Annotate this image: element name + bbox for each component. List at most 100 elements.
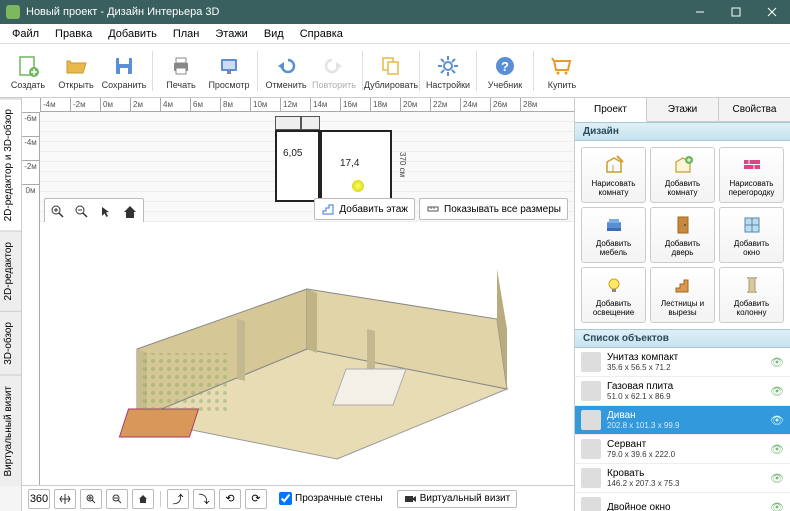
view-3d[interactable]: [40, 222, 574, 485]
object-dim: 51.0 x 62.1 x 86.9: [607, 392, 764, 401]
zoom-out-button[interactable]: [71, 201, 93, 223]
visibility-icon[interactable]: 👁: [770, 472, 784, 485]
preview-button[interactable]: Просмотр: [205, 50, 253, 92]
visibility-icon[interactable]: 👁: [770, 501, 784, 511]
transparent-walls-label: Прозрачные стены: [295, 493, 383, 504]
sidetab-3[interactable]: Виртуальный визит: [0, 375, 21, 487]
sidetab-0[interactable]: 2D-редактор и 3D-обзор: [0, 98, 21, 231]
stairs-icon: [321, 202, 335, 216]
settings-button[interactable]: Настройки: [424, 50, 472, 92]
object-item-2[interactable]: Диван202.8 x 101.3 x 99.9👁: [575, 406, 790, 435]
close-button[interactable]: [754, 0, 790, 24]
pan-button[interactable]: [54, 489, 76, 509]
add-door-label: Добавить дверь: [665, 239, 700, 257]
room-aux-2[interactable]: [301, 116, 320, 130]
rtab-Этажи[interactable]: Этажи: [647, 98, 719, 121]
tilt-up-button[interactable]: ⤴: [167, 489, 189, 509]
menu-План[interactable]: План: [165, 26, 208, 42]
tilt-down-button[interactable]: ⤵: [193, 489, 215, 509]
sidetab-2[interactable]: 3D-обзор: [0, 311, 21, 375]
ruler-vertical: -6м-4м-2м0м: [22, 112, 40, 485]
virtual-visit-button[interactable]: Виртуальный визит: [397, 490, 518, 508]
light-marker[interactable]: [352, 180, 364, 192]
room-2[interactable]: 17,4: [320, 130, 392, 202]
sidetab-1[interactable]: 2D-редактор: [0, 231, 21, 311]
add-room-button[interactable]: Добавить комнату: [650, 147, 715, 203]
visibility-icon[interactable]: 👁: [770, 443, 784, 456]
menu-Справка[interactable]: Справка: [292, 26, 351, 42]
menu-Этажи[interactable]: Этажи: [207, 26, 255, 42]
tutorial-button[interactable]: ?Учебник: [481, 50, 529, 92]
zoom-in-button[interactable]: [47, 201, 69, 223]
zoom-3d-in-button[interactable]: [80, 489, 102, 509]
visibility-icon[interactable]: 👁: [770, 414, 784, 427]
dim-right: 370 см: [398, 152, 407, 177]
object-name: Газовая плита: [607, 381, 764, 392]
save-button[interactable]: Сохранить: [100, 50, 148, 92]
object-thumb: [581, 410, 601, 430]
buy-button[interactable]: Купить: [538, 50, 586, 92]
pointer-button[interactable]: [95, 201, 117, 223]
rtab-Проект[interactable]: Проект: [575, 98, 647, 122]
ruler-tick: 14м: [310, 98, 340, 111]
add-light-button[interactable]: Добавить освещение: [581, 267, 646, 323]
object-item-0[interactable]: Унитаз компакт35.6 x 56.5 x 71.2👁: [575, 348, 790, 377]
object-item-3[interactable]: Сервант79.0 x 39.6 x 222.0👁: [575, 435, 790, 464]
menu-Правка[interactable]: Правка: [47, 26, 100, 42]
object-item-5[interactable]: Двойное окно👁: [575, 493, 790, 511]
save-icon: [110, 52, 138, 80]
create-label: Создать: [11, 80, 45, 90]
rotate-left-button[interactable]: ⟲: [219, 489, 241, 509]
canvas[interactable]: -4м-2м0м2м4м6м8м10м12м14м16м18м20м22м24м…: [22, 98, 574, 511]
undo-button[interactable]: Отменить: [262, 50, 310, 92]
maximize-button[interactable]: [718, 0, 754, 24]
room2-label: 17,4: [340, 158, 359, 169]
add-floor-button[interactable]: Добавить этаж: [314, 198, 415, 220]
add-column-button[interactable]: Добавить колонну: [719, 267, 784, 323]
home-button[interactable]: [119, 201, 141, 223]
draw-room-button[interactable]: Нарисовать комнату: [581, 147, 646, 203]
transparent-walls-checkbox[interactable]: Прозрачные стены: [279, 492, 383, 505]
object-item-1[interactable]: Газовая плита51.0 x 62.1 x 86.9 👁: [575, 377, 790, 406]
ruler-tick: 4м: [160, 98, 190, 111]
transparent-walls-input[interactable]: [279, 492, 292, 505]
object-dim: 79.0 x 39.6 x 222.0: [607, 450, 764, 459]
add-furniture-label: Добавить мебель: [596, 239, 631, 257]
ruler-tick: -4м: [40, 98, 70, 111]
object-list[interactable]: Унитаз компакт35.6 x 56.5 x 71.2👁Газовая…: [575, 348, 790, 511]
object-name: Кровать: [607, 468, 764, 479]
add-door-button[interactable]: Добавить дверь: [650, 207, 715, 263]
minimize-button[interactable]: [682, 0, 718, 24]
rotate-360-button[interactable]: 360: [28, 489, 50, 509]
visibility-icon[interactable]: 👁: [770, 385, 784, 398]
print-button[interactable]: Печать: [157, 50, 205, 92]
room-aux-1[interactable]: [275, 116, 301, 130]
object-name: Унитаз компакт: [607, 352, 764, 363]
visibility-icon[interactable]: 👁: [770, 356, 784, 369]
add-stairs-button[interactable]: Лестницы и вырезы: [650, 267, 715, 323]
menu-Вид[interactable]: Вид: [256, 26, 292, 42]
room-1[interactable]: 6,05: [275, 130, 320, 202]
show-dims-button[interactable]: Показывать все размеры: [419, 198, 568, 220]
duplicate-button[interactable]: Дублировать: [367, 50, 415, 92]
menu-Добавить[interactable]: Добавить: [100, 26, 165, 42]
ruler-tick: 18м: [370, 98, 400, 111]
add-floor-label: Добавить этаж: [339, 204, 408, 215]
add-furniture-button[interactable]: Добавить мебель: [581, 207, 646, 263]
add-column-label: Добавить колонну: [734, 299, 769, 317]
rtab-Свойства[interactable]: Свойства: [719, 98, 790, 121]
create-button[interactable]: Создать: [4, 50, 52, 92]
draw-wall-button[interactable]: Нарисовать перегородку: [719, 147, 784, 203]
zoom-3d-out-button[interactable]: [106, 489, 128, 509]
draw-wall-label: Нарисовать перегородку: [729, 179, 775, 197]
bottom-bar: 360 ⤴ ⤵ ⟲ ⟳ Прозрачные стены Виртуальный…: [22, 485, 574, 511]
camera-icon: [404, 493, 416, 505]
menu-Файл[interactable]: Файл: [4, 26, 47, 42]
settings-icon: [434, 52, 462, 80]
home-3d-button[interactable]: [132, 489, 154, 509]
object-item-4[interactable]: Кровать146.2 x 207.3 x 75.3👁: [575, 464, 790, 493]
duplicate-label: Дублировать: [364, 80, 418, 90]
open-button[interactable]: Открыть: [52, 50, 100, 92]
add-window-button[interactable]: Добавить окно: [719, 207, 784, 263]
rotate-right-button[interactable]: ⟳: [245, 489, 267, 509]
